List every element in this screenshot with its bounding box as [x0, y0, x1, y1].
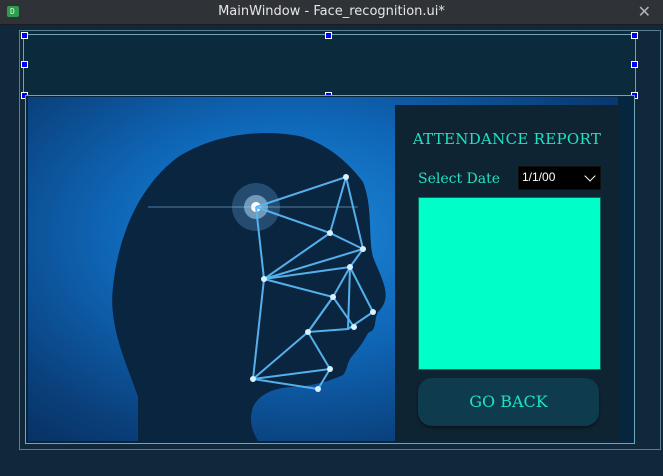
title-bar: D MainWindow - Face_recognition.ui* ✕	[0, 0, 663, 25]
chevron-down-icon[interactable]	[584, 170, 596, 182]
panel-title: ATTENDANCE REPORT	[412, 130, 602, 148]
resize-handle-top-right[interactable]	[631, 32, 638, 39]
select-date-label: Select Date	[418, 171, 501, 187]
date-edit-dropdown[interactable]: 1/1/00	[518, 166, 601, 190]
resize-handle-left[interactable]	[21, 61, 28, 68]
attendance-report-panel: ATTENDANCE REPORT Select Date 1/1/00 GO …	[395, 105, 619, 442]
close-icon[interactable]: ✕	[638, 2, 651, 21]
resize-handle-right[interactable]	[631, 61, 638, 68]
window-title: MainWindow - Face_recognition.ui*	[218, 4, 445, 19]
resize-handle-top[interactable]	[325, 32, 332, 39]
resize-handle-top-left[interactable]	[21, 32, 28, 39]
go-back-button[interactable]: GO BACK	[418, 378, 599, 426]
attendance-report-view[interactable]	[418, 197, 601, 370]
selected-top-frame[interactable]	[23, 34, 636, 97]
date-value: 1/1/00	[522, 170, 556, 184]
designer-window: D MainWindow - Face_recognition.ui* ✕ AT…	[0, 0, 663, 476]
